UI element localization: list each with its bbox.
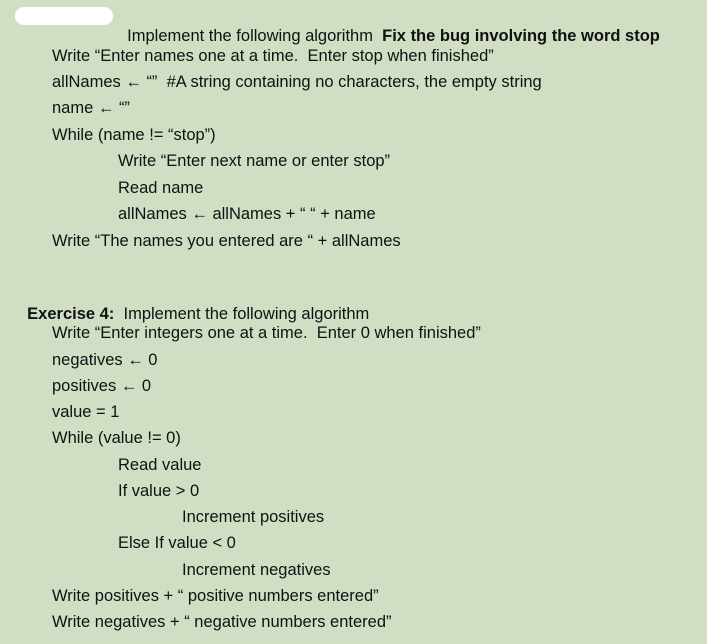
code-line: Increment negatives <box>182 561 331 579</box>
code-line: name ← “” <box>52 99 130 117</box>
code-line: If value > 0 <box>118 482 200 500</box>
code-line: While (value != 0) <box>52 429 181 447</box>
code-line: negatives ← 0 <box>52 351 158 369</box>
code-line: Write negatives + “ negative numbers ent… <box>52 613 392 631</box>
exercise4-heading: Exercise 4: Implement the following algo… <box>18 284 369 324</box>
exercise3-instruction: Fix the bug involving the word stop <box>382 27 660 45</box>
exercise3-heading: Implement the following algorithm Fix th… <box>118 6 660 46</box>
exercise3-heading-text: Implement the following algorithm <box>127 27 373 45</box>
code-line: Read value <box>118 456 202 474</box>
code-line: positives ← 0 <box>52 377 152 395</box>
code-line: value = 1 <box>52 403 120 421</box>
redacted-label <box>15 7 113 25</box>
code-line: allNames ← allNames + “ “ + name <box>118 205 376 223</box>
code-line: Write “Enter next name or enter stop” <box>118 152 391 170</box>
code-line: While (name != “stop”) <box>52 126 216 144</box>
code-line: Read name <box>118 179 204 197</box>
code-line: allNames ← “” #A string containing no ch… <box>52 73 542 91</box>
exercise4-label: Exercise 4: <box>27 305 115 323</box>
code-line: Write “Enter names one at a time. Enter … <box>52 47 494 65</box>
exercise4-heading-text: Implement the following algorithm <box>123 305 370 323</box>
code-line: Write “The names you entered are “ + all… <box>52 232 401 250</box>
code-line: Increment positives <box>182 508 325 526</box>
code-line: Write “Enter integers one at a time. Ent… <box>52 324 481 342</box>
code-line: Else If value < 0 <box>118 534 236 552</box>
code-line: Write positives + “ positive numbers ent… <box>52 587 379 605</box>
